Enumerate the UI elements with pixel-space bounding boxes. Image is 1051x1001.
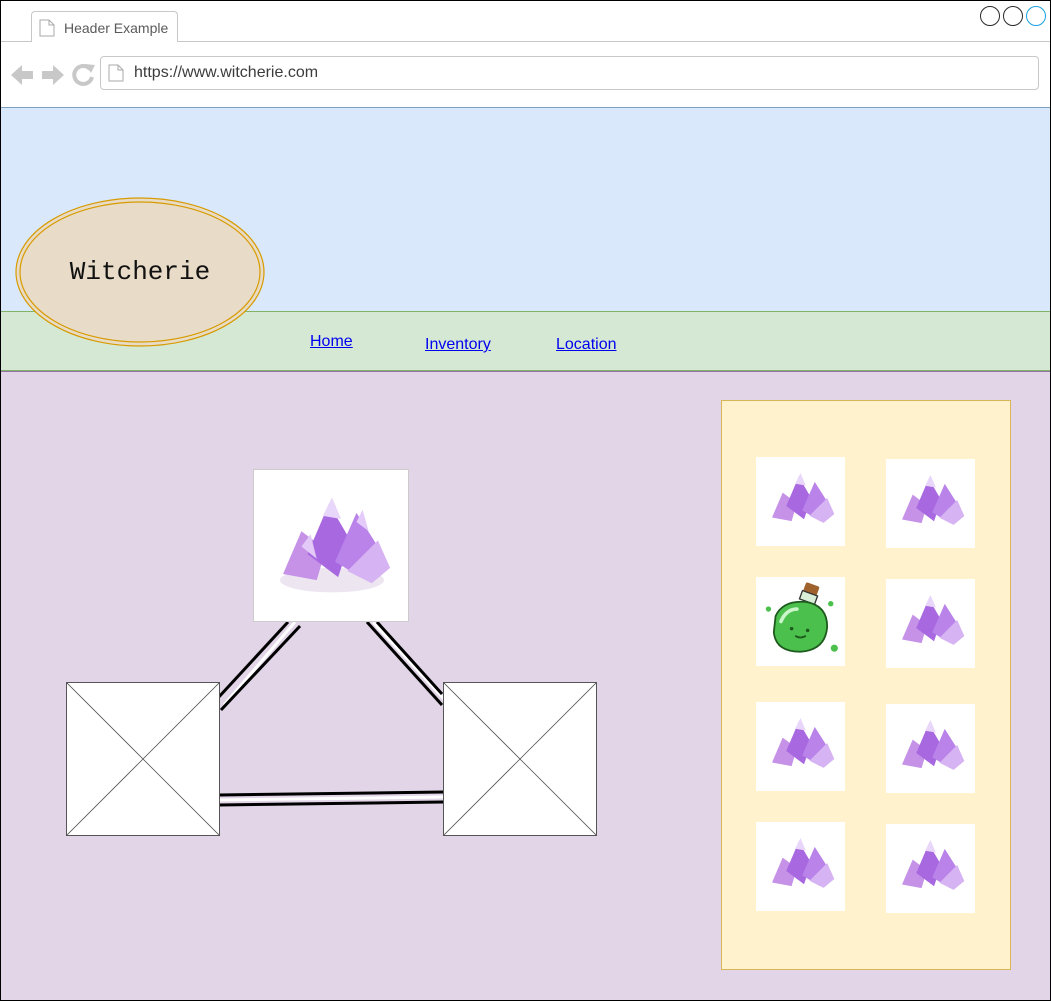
nav-controls xyxy=(11,62,96,93)
amethyst-icon xyxy=(902,475,965,525)
amethyst-icon xyxy=(279,497,391,593)
close-button[interactable] xyxy=(1026,6,1046,26)
connector-bottom xyxy=(218,790,444,797)
minimize-button[interactable] xyxy=(980,6,1000,26)
browser-window: Header Example https://www.witcherie.com… xyxy=(0,0,1051,1001)
logo-text: Witcherie xyxy=(69,257,211,287)
maximize-button[interactable] xyxy=(1003,6,1023,26)
amethyst-icon xyxy=(902,720,965,770)
nav-link-home[interactable]: Home xyxy=(310,333,353,351)
window-controls xyxy=(980,6,1046,26)
crystal-image[interactable] xyxy=(253,469,409,622)
inventory-slot[interactable] xyxy=(886,824,975,913)
inventory-slot[interactable] xyxy=(756,822,845,911)
inventory-slot[interactable] xyxy=(886,579,975,668)
tab-title: Header Example xyxy=(64,20,169,36)
amethyst-icon xyxy=(772,718,835,768)
image-placeholder-left[interactable] xyxy=(66,682,220,836)
inventory-slot[interactable] xyxy=(756,702,845,791)
connector-left xyxy=(215,620,290,701)
navigation-bar: https://www.witcherie.com xyxy=(1,42,1050,108)
inventory-slot[interactable] xyxy=(886,459,975,548)
image-placeholder-right[interactable] xyxy=(443,682,597,836)
nav-link-location[interactable]: Location xyxy=(556,336,617,354)
tab-bar: Header Example xyxy=(1,1,1050,43)
document-icon xyxy=(39,19,55,42)
address-bar[interactable]: https://www.witcherie.com xyxy=(100,56,1039,90)
potion-bottle-icon xyxy=(765,582,838,653)
inventory-slot[interactable] xyxy=(756,577,845,666)
reload-icon[interactable] xyxy=(72,63,95,86)
connector-right xyxy=(375,620,444,696)
page-icon xyxy=(108,64,124,87)
inventory-slot[interactable] xyxy=(756,457,845,546)
amethyst-icon xyxy=(772,838,835,888)
amethyst-icon xyxy=(772,473,835,523)
amethyst-icon xyxy=(902,840,965,890)
browser-tab[interactable]: Header Example xyxy=(31,11,178,43)
inventory-panel xyxy=(721,400,1011,970)
back-arrow-icon[interactable] xyxy=(11,65,33,85)
main-content xyxy=(1,371,1050,1000)
inventory-slot[interactable] xyxy=(886,704,975,793)
url-text[interactable]: https://www.witcherie.com xyxy=(134,64,318,82)
site-logo[interactable]: Witcherie xyxy=(15,197,265,347)
forward-arrow-icon[interactable] xyxy=(42,65,64,85)
nav-link-inventory[interactable]: Inventory xyxy=(425,336,491,354)
amethyst-icon xyxy=(902,595,965,645)
